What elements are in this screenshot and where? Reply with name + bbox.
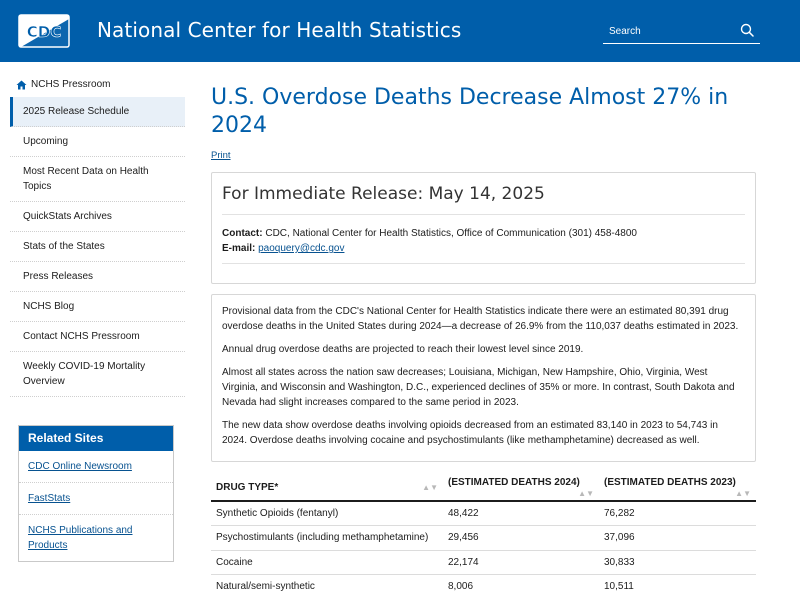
article-body: Provisional data from the CDC's National… xyxy=(211,294,756,462)
table-header-row: DRUG TYPE* ▲▼ (ESTIMATED DEATHS 2024) ▲▼ (… xyxy=(211,474,756,502)
cell-deaths-2023: 37,096 xyxy=(599,525,756,551)
contact-label: Contact: xyxy=(222,228,263,239)
sidebar-nav: NCHS Pressroom 2025 Release Schedule Upc… xyxy=(10,72,185,397)
sort-icon[interactable]: ▲▼ xyxy=(422,483,438,492)
logo-text: CDC xyxy=(27,23,61,41)
paragraph: The new data show overdose deaths involv… xyxy=(222,420,718,446)
cell-drug-type: Synthetic Opioids (fentanyl) xyxy=(211,501,443,526)
site-header: CDC National Center for Health Statistic… xyxy=(0,0,800,62)
related-link-faststats[interactable]: FastStats xyxy=(19,483,173,515)
sidebar-home-label: NCHS Pressroom xyxy=(31,79,111,90)
column-header-label: (ESTIMATED DEATHS 2023) xyxy=(604,476,736,488)
column-header-deaths-2024[interactable]: (ESTIMATED DEATHS 2024) ▲▼ xyxy=(443,474,599,502)
search-icon[interactable] xyxy=(740,23,754,37)
sidebar-home-link[interactable]: NCHS Pressroom xyxy=(10,72,185,97)
paragraph: Provisional data from the CDC's National… xyxy=(222,306,739,332)
sidebar-item-release-schedule[interactable]: 2025 Release Schedule xyxy=(10,97,185,127)
sort-icon[interactable]: ▲▼ xyxy=(735,489,751,498)
search-input[interactable] xyxy=(609,21,729,41)
table-row: Synthetic Opioids (fentanyl) 48,422 76,2… xyxy=(211,501,756,526)
page-title: U.S. Overdose Deaths Decrease Almost 27%… xyxy=(211,85,729,138)
related-sites-panel: Related Sites CDC Online Newsroom FastSt… xyxy=(18,425,174,562)
sidebar-item-upcoming[interactable]: Upcoming xyxy=(10,127,185,157)
search-box xyxy=(603,19,760,44)
table-row: Cocaine 22,174 30,833 xyxy=(211,550,756,575)
sidebar-item-covid-mortality[interactable]: Weekly COVID-19 Mortality Overview xyxy=(10,352,185,397)
related-link-newsroom[interactable]: CDC Online Newsroom xyxy=(19,451,173,483)
contact-line: Contact: CDC, National Center for Health… xyxy=(222,226,637,241)
cell-drug-type: Cocaine xyxy=(211,550,443,575)
cell-deaths-2024: 29,456 xyxy=(443,525,599,551)
cell-deaths-2023: 30,833 xyxy=(599,550,756,575)
paragraph: Almost all states across the nation saw … xyxy=(222,367,735,408)
sidebar-item-stats-states[interactable]: Stats of the States xyxy=(10,232,185,262)
email-link[interactable]: paoquery@cdc.gov xyxy=(258,243,344,254)
sidebar-item-blog[interactable]: NCHS Blog xyxy=(10,292,185,322)
column-header-drug-type[interactable]: DRUG TYPE* ▲▼ xyxy=(211,474,443,502)
table-row: Natural/semi-synthetic 8,006 10,511 xyxy=(211,574,756,596)
cell-deaths-2024: 48,422 xyxy=(443,501,599,526)
site-title[interactable]: National Center for Health Statistics xyxy=(97,18,461,42)
contact-info: Contact: CDC, National Center for Health… xyxy=(222,226,637,256)
sidebar-item-quickstats[interactable]: QuickStats Archives xyxy=(10,202,185,232)
cell-deaths-2024: 22,174 xyxy=(443,550,599,575)
email-label: E-mail: xyxy=(222,243,256,254)
divider xyxy=(222,263,745,264)
cell-drug-type: Psychostimulants (including methamphetam… xyxy=(211,525,443,551)
cdc-logo[interactable]: CDC xyxy=(18,14,70,48)
cell-deaths-2024: 8,006 xyxy=(443,574,599,596)
related-sites-title: Related Sites xyxy=(19,426,173,451)
related-link-publications[interactable]: NCHS Publications and Products xyxy=(19,515,173,561)
release-title: For Immediate Release: May 14, 2025 xyxy=(222,184,545,204)
column-header-deaths-2023[interactable]: (ESTIMATED DEATHS 2023) ▲▼ xyxy=(599,474,756,502)
drug-deaths-table: DRUG TYPE* ▲▼ (ESTIMATED DEATHS 2024) ▲▼ (… xyxy=(211,474,756,596)
print-link[interactable]: Print xyxy=(211,150,231,161)
divider xyxy=(222,214,745,215)
sidebar-item-press-releases[interactable]: Press Releases xyxy=(10,262,185,292)
cell-drug-type: Natural/semi-synthetic xyxy=(211,574,443,596)
sort-icon[interactable]: ▲▼ xyxy=(578,489,594,498)
contact-value: CDC, National Center for Health Statisti… xyxy=(265,228,637,239)
cell-deaths-2023: 10,511 xyxy=(599,574,756,596)
release-info-box: For Immediate Release: May 14, 2025 Cont… xyxy=(211,172,756,284)
sidebar-item-recent-data[interactable]: Most Recent Data on Health Topics xyxy=(10,157,185,202)
sidebar-item-contact[interactable]: Contact NCHS Pressroom xyxy=(10,322,185,352)
cell-deaths-2023: 76,282 xyxy=(599,501,756,526)
column-header-label: DRUG TYPE* xyxy=(216,481,279,493)
home-icon xyxy=(16,80,27,89)
email-line: E-mail: paoquery@cdc.gov xyxy=(222,241,637,256)
table-row: Psychostimulants (including methamphetam… xyxy=(211,525,756,551)
column-header-label: (ESTIMATED DEATHS 2024) xyxy=(448,476,580,488)
paragraph: Annual drug overdose deaths are projecte… xyxy=(222,344,584,355)
